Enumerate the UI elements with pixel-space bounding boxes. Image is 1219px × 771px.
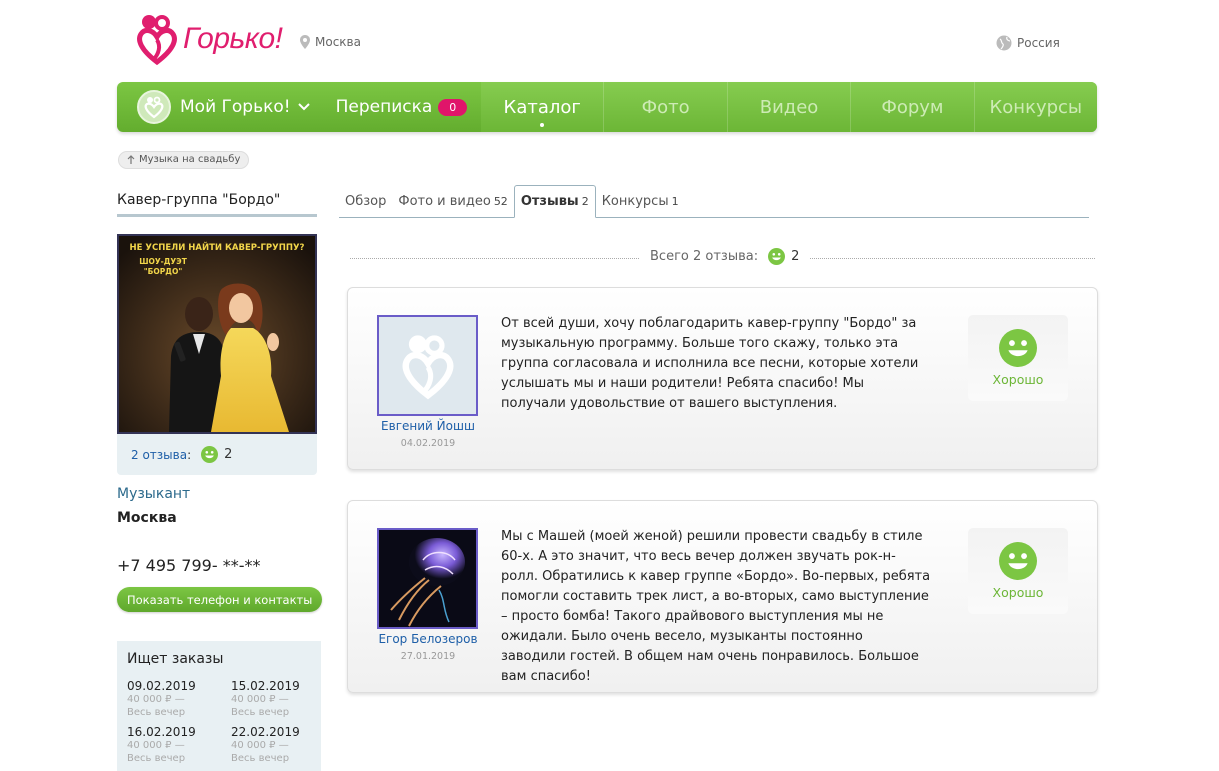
country-name: Россия — [1017, 36, 1060, 50]
review-card: Егор Белозеров 27.01.2019 Мы с Машей (мо… — [347, 500, 1098, 693]
availability-list: 09.02.2019 40 000 ₽ — Весь вечер 15.02.2… — [127, 679, 311, 765]
vendor-reviews-link[interactable]: 2 отзыва — [131, 448, 187, 462]
country-selector[interactable]: Россия — [996, 35, 1060, 51]
review-text: От всей души, хочу поблагодарить кавер-г… — [501, 316, 919, 411]
review-verdict-label: Хорошо — [992, 372, 1044, 387]
availability-note: Весь вечер — [127, 753, 186, 764]
tab-count: 1 — [671, 195, 679, 208]
city-name: Москва — [315, 35, 361, 49]
poster-line1: НЕ УСПЕЛИ НАЙТИ КАВЕР-ГРУППУ? — [130, 241, 305, 253]
site-logo[interactable]: Горько! — [135, 10, 283, 68]
nav-tab-contests[interactable]: Конкурсы — [973, 82, 1097, 132]
review-text: Мы с Машей (моей женой) решили провести … — [501, 529, 931, 684]
tab-label: Конкурсы — [601, 194, 669, 209]
messages-label: Переписка — [335, 97, 433, 117]
logo-heart-icon — [137, 15, 177, 66]
review-date: 27.01.2019 — [400, 651, 456, 662]
reviewer-avatar[interactable] — [377, 315, 478, 416]
review-verdict: Хорошо — [968, 528, 1068, 614]
tab-reviews[interactable]: Отзывы 2 — [513, 185, 596, 218]
vendor-role: Музыкант — [117, 486, 191, 502]
chevron-down-icon — [297, 103, 310, 111]
review-card: Евгений Йошш 04.02.2019 От всей души, хо… — [347, 287, 1098, 470]
messages-link[interactable]: Переписка 0 — [336, 97, 468, 117]
availability-date: 22.02.2019 — [231, 725, 300, 739]
smile-icon — [999, 329, 1037, 367]
availability-note: Весь вечер — [231, 753, 290, 764]
availability-date: 15.02.2019 — [231, 679, 300, 693]
vendor-reviews-summary: 2 отзыва : 2 — [131, 446, 232, 463]
reviewer-avatar[interactable] — [377, 528, 478, 629]
tab-photo-video[interactable]: Фото и видео 52 — [392, 194, 513, 217]
availability-price: 40 000 ₽ — — [127, 694, 185, 705]
reviews-summary: Всего 2 отзыва: 2 — [640, 248, 810, 265]
vendor-poster[interactable]: НЕ УСПЕЛИ НАЙТИ КАВЕР-ГРУППУ? ШОУ-ДУЭТ "… — [117, 234, 317, 434]
globe-icon — [996, 35, 1012, 51]
tab-contests[interactable]: Конкурсы 1 — [596, 194, 685, 217]
availability-date: 09.02.2019 — [127, 679, 196, 693]
poster-image: НЕ УСПЕЛИ НАЙТИ КАВЕР-ГРУППУ? ШОУ-ДУЭТ "… — [119, 236, 315, 432]
nav-tab-forum[interactable]: Форум — [850, 82, 973, 132]
nav-tab-catalog[interactable]: Каталог — [481, 82, 603, 132]
show-contacts-button[interactable]: Показать телефон и контакты — [117, 587, 323, 612]
availability-item[interactable]: 22.02.2019 40 000 ₽ — Весь вечер — [231, 725, 321, 765]
my-gorko-label: Мой Горько! — [180, 97, 291, 117]
tab-label: Фото и видео — [398, 194, 491, 209]
vendor-city: Москва — [117, 510, 177, 526]
reviews-total-label: Всего 2 отзыва: — [650, 249, 759, 264]
availability-price: 40 000 ₽ — — [231, 740, 289, 751]
review-verdict-label: Хорошо — [992, 585, 1044, 600]
availability-title: Ищет заказы — [127, 651, 224, 667]
logo-text: Горько! — [183, 22, 283, 55]
availability-note: Весь вечер — [127, 707, 186, 718]
availability-note: Весь вечер — [231, 707, 290, 718]
user-avatar-logo-icon — [144, 96, 164, 119]
availability-price: 40 000 ₽ — — [231, 694, 289, 705]
availability-item[interactable]: 16.02.2019 40 000 ₽ — Весь вечер — [127, 725, 231, 765]
vendor-reviews-good-count: 2 — [224, 447, 233, 462]
city-selector[interactable]: Москва — [300, 35, 361, 49]
breadcrumb-label: Музыка на свадьбу — [139, 154, 241, 165]
smile-icon — [201, 446, 219, 463]
tab-count: 2 — [581, 195, 589, 208]
reviews-good-count: 2 — [791, 249, 800, 264]
main-nav: Мой Горько! Переписка 0 Каталог Фото Вид… — [117, 82, 1097, 132]
availability-item[interactable]: 15.02.2019 40 000 ₽ — Весь вечер — [231, 679, 321, 719]
availability-panel: Ищет заказы 09.02.2019 40 000 ₽ — Весь в… — [117, 641, 321, 771]
nav-tab-photo[interactable]: Фото — [603, 82, 726, 132]
nav-sections: Каталог Фото Видео Форум Конкурсы — [481, 82, 1097, 132]
availability-price: 40 000 ₽ — — [127, 740, 185, 751]
default-avatar-logo-icon — [402, 334, 453, 399]
nav-tab-video[interactable]: Видео — [726, 82, 850, 132]
reviewer-name[interactable]: Егор Белозеров — [358, 632, 498, 646]
user-avatar[interactable] — [137, 90, 171, 124]
tab-count: 52 — [493, 195, 508, 208]
reviewer-name[interactable]: Евгений Йошш — [358, 419, 498, 433]
arrow-up-icon — [127, 155, 135, 164]
nav-user-area: Мой Горько! Переписка 0 — [117, 82, 481, 132]
tab-label: Отзывы — [520, 194, 579, 209]
availability-item[interactable]: 09.02.2019 40 000 ₽ — Весь вечер — [127, 679, 231, 719]
poster-line2: ШОУ-ДУЭТ — [139, 257, 188, 266]
availability-date: 16.02.2019 — [127, 725, 196, 739]
reviewer-avatar-image — [379, 530, 476, 627]
breadcrumb[interactable]: Музыка на свадьбу — [118, 151, 250, 169]
poster-line3: "БОРДО" — [144, 267, 183, 276]
tab-label: Обзор — [345, 194, 387, 209]
vendor-tabs: Обзор Фото и видео 52 Отзывы 2 Конкурсы … — [339, 183, 1089, 218]
my-gorko-menu[interactable]: Мой Горько! — [180, 97, 310, 117]
messages-count-badge: 0 — [438, 98, 468, 116]
smile-icon — [999, 542, 1037, 580]
vendor-phone: +7 495 799- **-** — [117, 556, 261, 575]
reviews-colon: : — [187, 447, 192, 462]
review-date: 04.02.2019 — [400, 438, 456, 449]
tab-overview[interactable]: Обзор — [339, 194, 392, 217]
vendor-photo-box: НЕ УСПЕЛИ НАЙТИ КАВЕР-ГРУППУ? ШОУ-ДУЭТ "… — [117, 234, 317, 475]
smile-icon — [768, 248, 786, 265]
review-verdict: Хорошо — [968, 315, 1068, 401]
location-pin-icon — [300, 35, 310, 49]
vendor-name: Кавер-группа "Бордо" — [117, 192, 317, 217]
